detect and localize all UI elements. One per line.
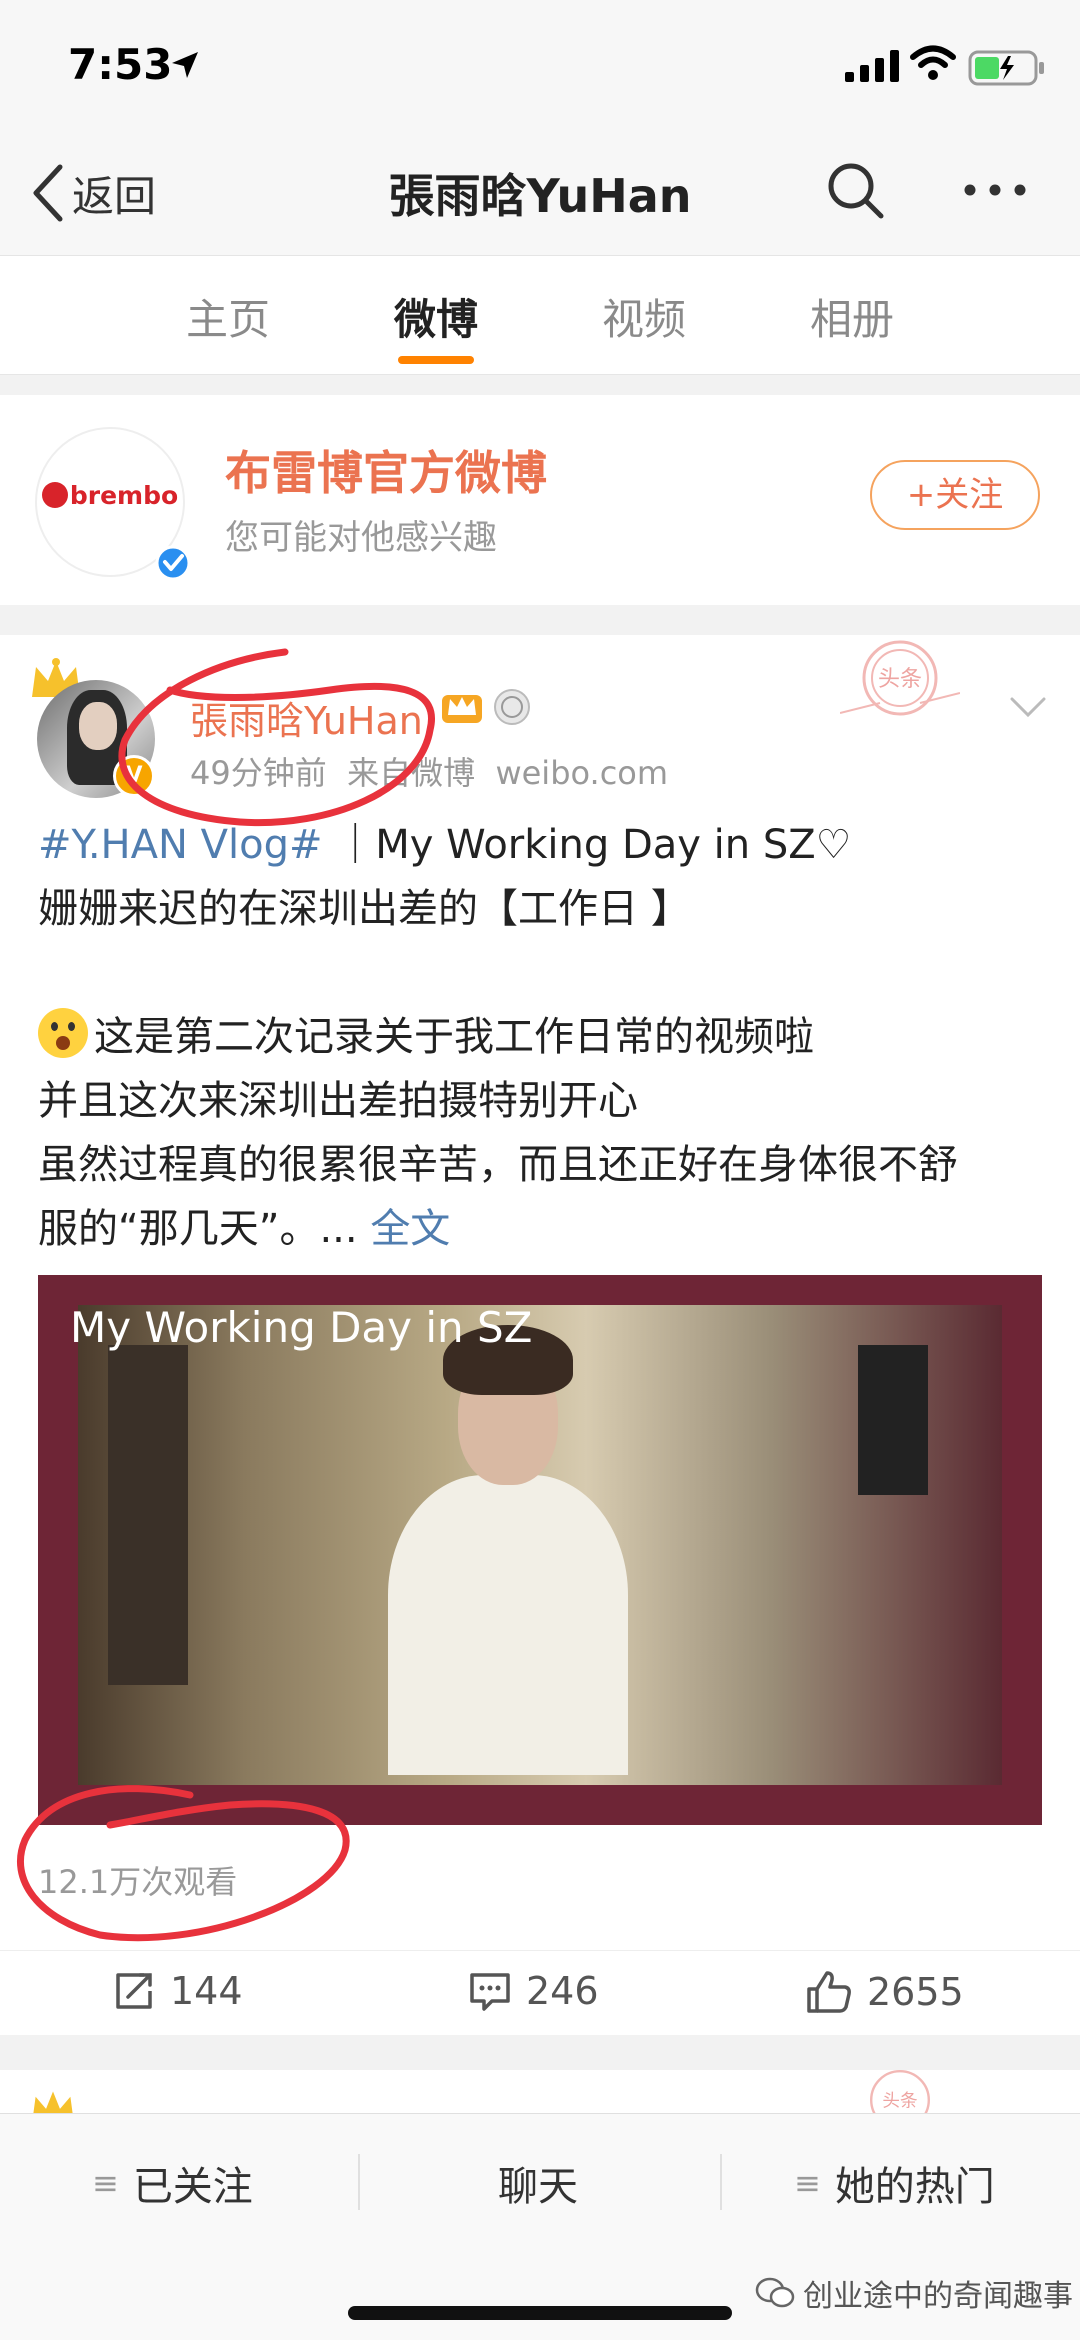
like-button[interactable]: 2655 xyxy=(805,1969,964,2015)
followed-button[interactable]: ≡ 已关注 xyxy=(92,2154,253,2212)
post-actions: 144 246 2655 xyxy=(0,1950,1080,2036)
post-title-line: ｜My Working Day in SZ♡ xyxy=(335,822,852,868)
repost-button[interactable]: 144 xyxy=(112,1969,243,2013)
chevron-down-icon[interactable] xyxy=(1008,695,1048,719)
repost-icon xyxy=(116,1973,152,2009)
page-title: 張雨晗YuHan xyxy=(388,169,692,223)
post-line-6: 虽然过程真的很累很辛苦，而且还正好在身体很不舒 xyxy=(38,1142,958,1188)
medal-icon xyxy=(494,689,530,725)
post-source-site[interactable]: weibo.com xyxy=(495,754,668,792)
post-time: 49分钟前 xyxy=(190,754,327,792)
post-meta: 49分钟前 来自微博 weibo.com xyxy=(190,748,668,794)
comment-count: 246 xyxy=(526,1969,599,2013)
video-title: My Working Day in SZ xyxy=(70,1303,533,1352)
post-line-5: 并且这次来深圳出差拍摄特别开心 xyxy=(38,1078,638,1124)
verified-badge-icon xyxy=(155,545,191,581)
suggested-account-name[interactable]: 布雷博官方微博 xyxy=(225,437,547,503)
status-time: 7:53 xyxy=(68,40,173,89)
more-options-icon[interactable] xyxy=(960,160,1030,220)
brembo-logo: brembo xyxy=(37,481,183,510)
menu-icon: ≡ xyxy=(92,2164,119,2202)
post-body: #Y.HAN Vlog# ｜My Working Day in SZ♡ 姗姗来迟… xyxy=(38,813,1048,1261)
cellular-signal-icon xyxy=(845,50,899,82)
location-arrow-icon xyxy=(172,52,198,78)
suggestion-reason: 您可能对他感兴趣 xyxy=(225,518,497,558)
comment-button[interactable]: 246 xyxy=(468,1969,599,2013)
thumbs-up-icon xyxy=(807,1971,851,2013)
profile-tabs: 主页 微博 视频 相册 xyxy=(0,256,1080,375)
surprised-emoji-icon xyxy=(38,1008,88,1058)
chat-label: 聊天 xyxy=(498,2164,578,2210)
toolbar-divider xyxy=(358,2154,360,2210)
video-thumbnail xyxy=(78,1305,1002,1785)
tab-home[interactable]: 主页 xyxy=(168,286,288,347)
topic-hashtag[interactable]: #Y.HAN Vlog# xyxy=(38,822,323,868)
followed-label: 已关注 xyxy=(132,2164,253,2210)
chat-button[interactable]: 聊天 xyxy=(498,2154,578,2212)
follow-button[interactable]: +关注 xyxy=(870,460,1040,530)
battery-icon xyxy=(968,50,1044,86)
post-line-7: 服的“那几天”。... xyxy=(38,1206,358,1252)
svg-text:头条: 头条 xyxy=(882,2091,917,2111)
search-icon[interactable] xyxy=(825,160,885,220)
hot-posts-button[interactable]: ≡ 她的热门 xyxy=(794,2154,995,2212)
headline-stamp: 头条 xyxy=(840,640,960,716)
video-view-count: 12.1万次观看 xyxy=(38,1863,238,1901)
hot-posts-label: 她的热门 xyxy=(834,2164,995,2210)
post-line-2: 姗姗来迟的在深圳出差的【工作日 】 xyxy=(38,886,691,932)
repost-count: 144 xyxy=(170,1969,243,2013)
status-bar: 7:53 xyxy=(0,0,1080,130)
full-text-link[interactable]: 全文 xyxy=(370,1206,450,1252)
tab-weibo[interactable]: 微博 xyxy=(376,286,496,347)
active-tab-indicator xyxy=(398,356,474,364)
suggested-account-card[interactable]: brembo 布雷博官方微博 您可能对他感兴趣 +关注 xyxy=(0,395,1080,605)
stamp-text: 头条 xyxy=(878,667,922,692)
menu-icon: ≡ xyxy=(794,2164,821,2202)
weibo-post: V 張雨晗YuHan 49分钟前 来自微博 weibo.com 头条 #Y.HA… xyxy=(0,635,1080,2035)
watermark-text: 创业途中的奇闻趣事 xyxy=(803,2279,1073,2314)
vip-verified-badge: V xyxy=(113,755,155,797)
like-count: 2655 xyxy=(867,1970,964,2014)
comment-icon xyxy=(470,1973,510,2011)
watermark: 创业途中的奇闻趣事 xyxy=(755,2271,1073,2315)
author-name[interactable]: 張雨晗YuHan xyxy=(190,690,423,745)
toolbar-divider xyxy=(720,2154,722,2210)
vip-crown-icon xyxy=(442,695,482,723)
wechat-icon xyxy=(755,2277,795,2308)
post-source: 来自微博 xyxy=(347,754,476,792)
wifi-icon xyxy=(910,45,956,80)
video-player[interactable]: My Working Day in SZ xyxy=(38,1275,1042,1825)
home-indicator[interactable] xyxy=(348,2306,732,2320)
tab-albums[interactable]: 相册 xyxy=(792,286,912,347)
post-line-4: 这是第二次记录关于我工作日常的视频啦 xyxy=(94,1014,814,1060)
tab-videos[interactable]: 视频 xyxy=(584,286,704,347)
nav-bar: 返回 張雨晗YuHan xyxy=(0,130,1080,256)
